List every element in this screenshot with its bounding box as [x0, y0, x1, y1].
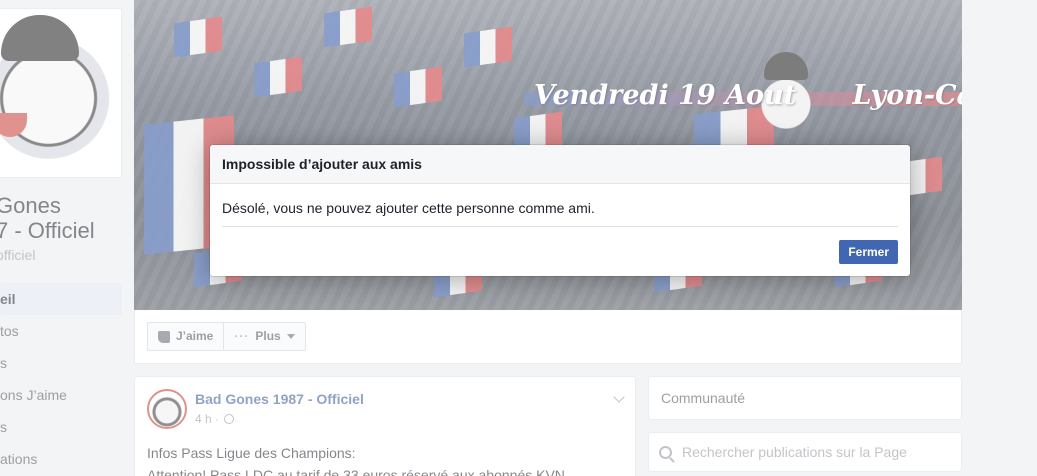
close-button[interactable]: Fermer — [839, 240, 898, 264]
dialog-message: Désolé, vous ne pouvez ajouter cette per… — [222, 184, 898, 227]
error-dialog: Impossible d’ajouter aux amis Désolé, vo… — [210, 145, 910, 276]
dialog-footer: Fermer — [839, 240, 898, 264]
dialog-title: Impossible d’ajouter aux amis — [210, 145, 910, 184]
